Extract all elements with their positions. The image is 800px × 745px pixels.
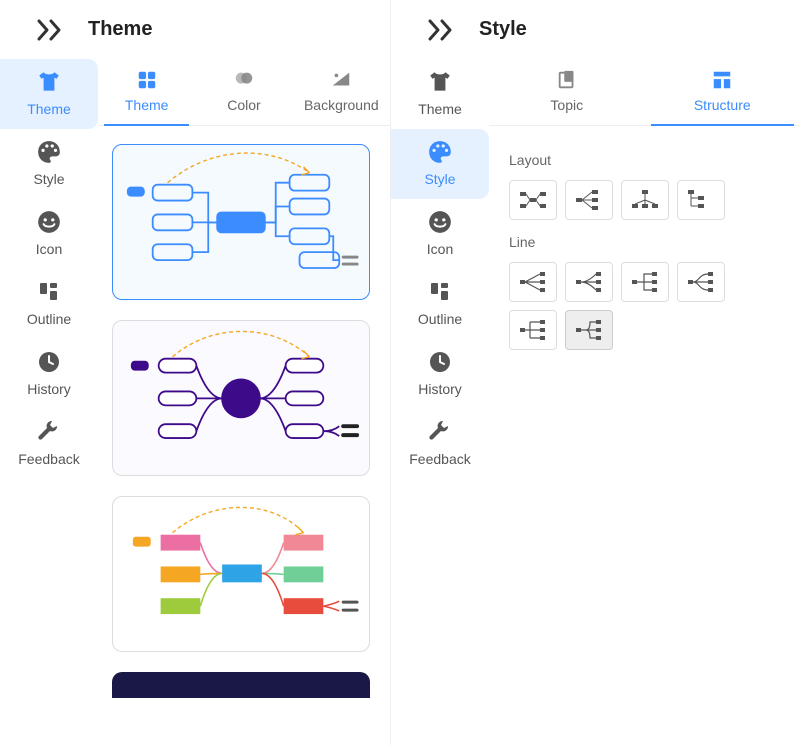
shirt-icon	[36, 69, 62, 95]
chevron-right-double-icon	[428, 19, 456, 41]
outline-icon	[36, 279, 62, 305]
layout-heading: Layout	[509, 152, 780, 168]
smile-icon	[427, 209, 453, 235]
layout-option-4[interactable]	[677, 180, 725, 220]
theme-card-4[interactable]	[112, 672, 370, 698]
sidenav-item-feedback[interactable]: Feedback	[0, 409, 98, 479]
clock-icon	[36, 349, 62, 375]
background-icon	[330, 69, 352, 91]
line-options	[509, 262, 780, 350]
line-heading: Line	[509, 234, 780, 250]
topic-icon	[556, 69, 578, 91]
theme-preview-2	[113, 321, 369, 476]
palette-icon	[36, 139, 62, 165]
sidenav-item-label: Style	[33, 171, 64, 187]
theme-card-1[interactable]	[112, 144, 370, 300]
clock-icon	[427, 349, 453, 375]
smile-icon	[36, 209, 62, 235]
theme-tabs: Theme Color Background	[98, 59, 390, 126]
color-icon	[233, 69, 255, 91]
theme-panel-body: Theme Style Icon Outline History Feedbac…	[0, 59, 390, 745]
tab-label: Color	[227, 97, 260, 113]
layout-option-1[interactable]	[509, 180, 557, 220]
style-tabs: Topic Structure	[489, 59, 800, 126]
line-option-1[interactable]	[509, 262, 557, 302]
theme-content: Theme Color Background	[98, 59, 390, 745]
line-option-6[interactable]	[565, 310, 613, 350]
sidenav-item-label: Icon	[36, 241, 62, 257]
tab-label: Structure	[694, 97, 751, 113]
tab-background[interactable]: Background	[293, 59, 390, 125]
line-option-2[interactable]	[565, 262, 613, 302]
theme-panel-title: Theme	[88, 18, 152, 41]
theme-card-2[interactable]	[112, 320, 370, 476]
left-sidenav: Theme Style Icon Outline History Feedbac…	[0, 59, 98, 745]
grid-icon	[136, 69, 158, 91]
tab-structure[interactable]: Structure	[645, 59, 800, 125]
tab-topic[interactable]: Topic	[489, 59, 645, 125]
style-panel-body: Theme Style Icon Outline History Feedbac…	[391, 59, 800, 745]
theme-panel: Theme Theme Style Icon Outline Histo	[0, 0, 390, 745]
tab-label: Background	[304, 97, 379, 113]
right-sidenav: Theme Style Icon Outline History Feedbac…	[391, 59, 489, 745]
tab-theme[interactable]: Theme	[98, 59, 195, 125]
theme-preview-3	[113, 497, 369, 652]
layout-options	[509, 180, 780, 220]
sidenav-item-label: Theme	[418, 101, 462, 117]
theme-card-list[interactable]	[98, 126, 390, 745]
sidenav-item-icon[interactable]: Icon	[0, 199, 98, 269]
sidenav-item-label: Outline	[418, 311, 462, 327]
line-option-5[interactable]	[509, 310, 557, 350]
sidenav-item-history[interactable]: History	[391, 339, 489, 409]
sidenav-item-feedback[interactable]: Feedback	[391, 409, 489, 479]
chevron-right-double-icon	[37, 19, 65, 41]
sidenav-item-label: History	[27, 381, 71, 397]
style-content: Topic Structure Layout Line	[489, 59, 800, 745]
layout-option-2[interactable]	[565, 180, 613, 220]
theme-panel-header: Theme	[0, 0, 390, 59]
wrench-icon	[36, 419, 62, 445]
collapse-right-button[interactable]	[405, 19, 479, 41]
sidenav-item-theme[interactable]: Theme	[0, 59, 98, 129]
sidenav-item-outline[interactable]: Outline	[0, 269, 98, 339]
line-option-4[interactable]	[677, 262, 725, 302]
sidenav-item-label: Feedback	[409, 451, 470, 467]
sidenav-item-icon[interactable]: Icon	[391, 199, 489, 269]
sidenav-item-label: Theme	[27, 101, 71, 117]
style-panel: Style Theme Style Icon Outline History	[390, 0, 800, 745]
style-panel-header: Style	[391, 0, 800, 59]
outline-icon	[427, 279, 453, 305]
theme-preview-1	[113, 145, 369, 300]
sidenav-item-label: Icon	[427, 241, 453, 257]
collapse-left-button[interactable]	[14, 19, 88, 41]
sidenav-item-theme[interactable]: Theme	[391, 59, 489, 129]
line-option-3[interactable]	[621, 262, 669, 302]
sidenav-item-history[interactable]: History	[0, 339, 98, 409]
structure-section: Layout Line	[489, 126, 800, 362]
sidenav-item-outline[interactable]: Outline	[391, 269, 489, 339]
sidenav-item-label: History	[418, 381, 462, 397]
sidenav-item-label: Feedback	[18, 451, 79, 467]
shirt-icon	[427, 69, 453, 95]
sidenav-item-style[interactable]: Style	[0, 129, 98, 199]
layout-option-3[interactable]	[621, 180, 669, 220]
sidenav-item-label: Outline	[27, 311, 71, 327]
style-panel-title: Style	[479, 18, 527, 41]
theme-card-3[interactable]	[112, 496, 370, 652]
palette-icon	[427, 139, 453, 165]
tab-color[interactable]: Color	[195, 59, 292, 125]
tab-label: Theme	[125, 97, 169, 113]
sidenav-item-label: Style	[424, 171, 455, 187]
structure-icon	[711, 69, 733, 91]
tab-label: Topic	[550, 97, 583, 113]
wrench-icon	[427, 419, 453, 445]
sidenav-item-style[interactable]: Style	[391, 129, 489, 199]
